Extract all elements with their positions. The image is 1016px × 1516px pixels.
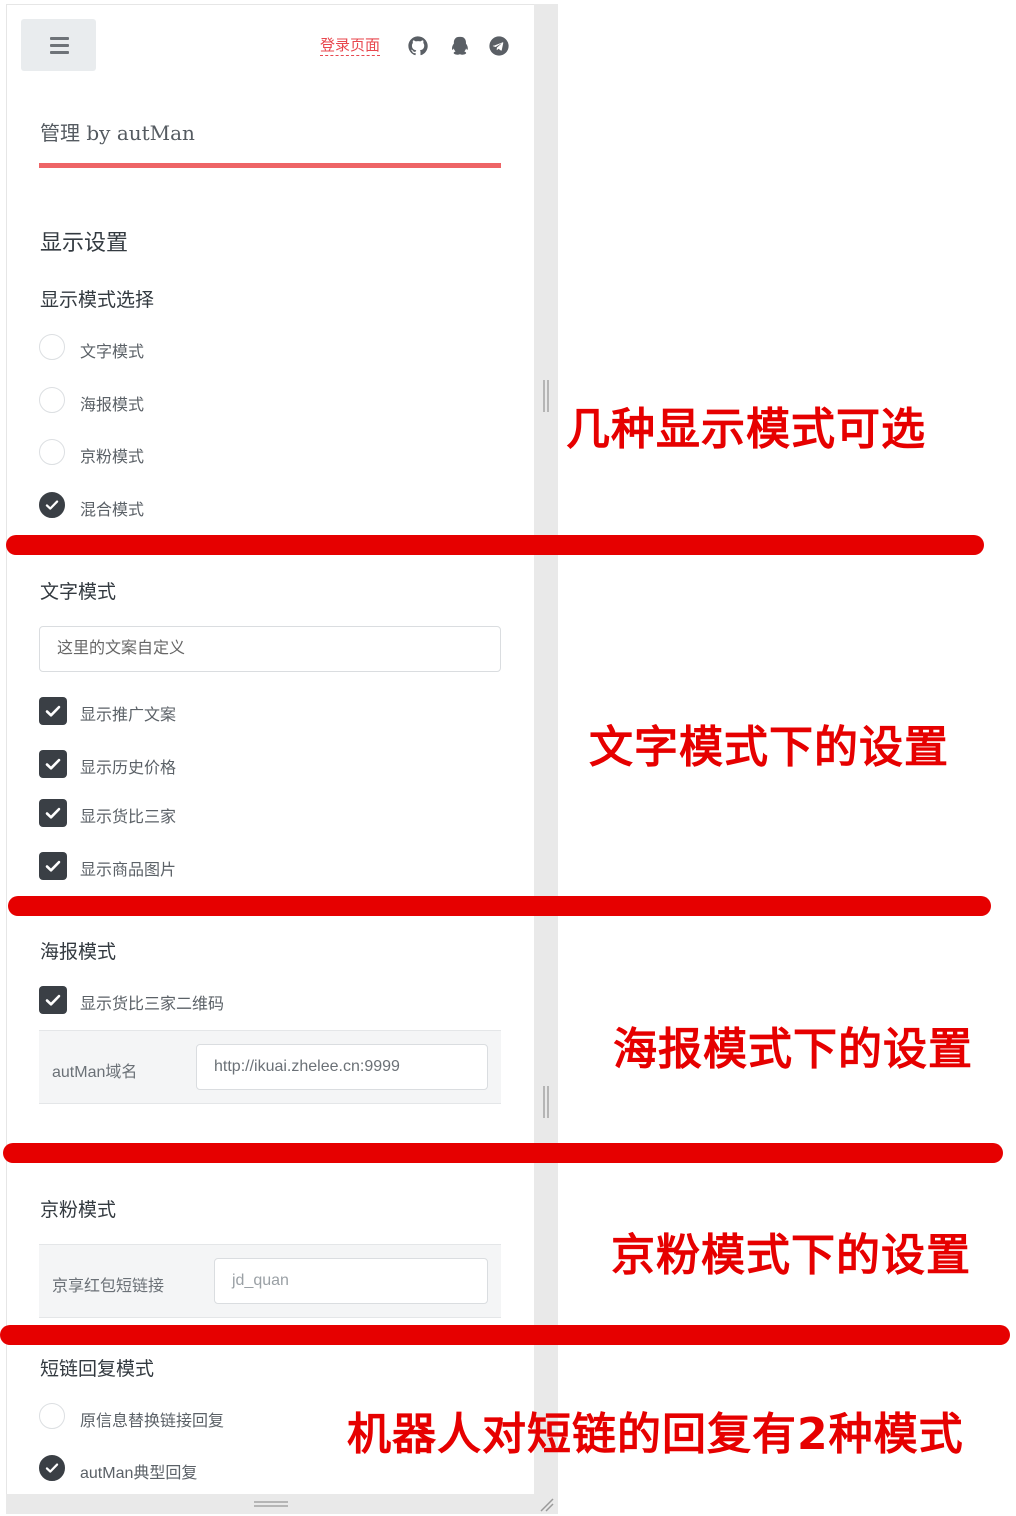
resize-grip[interactable] (254, 1501, 288, 1503)
annotation-text-mode: 文字模式下的设置 (589, 722, 949, 773)
telegram-icon[interactable] (488, 35, 510, 57)
radio-text-mode[interactable] (39, 334, 65, 360)
menu-icon-bar (50, 51, 69, 54)
screenshot-canvas: 登录页面 管理 by autMan 显示设置 显示模式选择 文字模式 海报模式 … (0, 0, 1016, 1516)
checkmark-icon (45, 758, 61, 770)
radio-jingfen-mode-label[interactable]: 京粉模式 (80, 443, 144, 467)
annotation-display-modes: 几种显示模式可选 (566, 404, 926, 455)
checkbox-show-price-history-label[interactable]: 显示历史价格 (80, 754, 176, 778)
checkbox-show-compare-qrcode-label[interactable]: 显示货比三家二维码 (80, 990, 224, 1014)
checkbox-show-promo-copy-label[interactable]: 显示推广文案 (80, 701, 176, 725)
radio-text-mode-label[interactable]: 文字模式 (80, 338, 144, 362)
checkmark-icon (45, 807, 61, 819)
annotation-divider-4 (0, 1325, 1010, 1345)
checkmark-icon (45, 705, 61, 717)
radio-mixed-mode[interactable] (39, 492, 65, 518)
checkbox-show-product-image[interactable] (39, 852, 67, 880)
scroll-grip-lower-2 (547, 1086, 549, 1118)
checkbox-show-price-compare-label[interactable]: 显示货比三家 (80, 803, 176, 827)
radio-jingfen-mode[interactable] (39, 439, 65, 465)
radio-poster-mode-label[interactable]: 海报模式 (80, 391, 144, 415)
qq-icon[interactable] (448, 35, 470, 57)
checkbox-show-price-compare[interactable] (39, 799, 67, 827)
checkmark-icon (45, 1463, 59, 1473)
github-icon[interactable] (407, 35, 429, 57)
checkmark-icon (45, 994, 61, 1006)
resize-grip-2 (254, 1505, 288, 1507)
autman-domain-row: autMan域名 http://ikuai.zhelee.cn:9999 (39, 1030, 501, 1104)
display-mode-select-heading: 显示模式选择 (40, 289, 155, 311)
annotation-divider-1 (6, 535, 984, 555)
annotation-divider-2 (8, 896, 991, 916)
annotation-poster-mode: 海报模式下的设置 (613, 1024, 973, 1075)
jd-short-link-input[interactable]: jd_quan (214, 1258, 488, 1304)
autman-domain-label: autMan域名 (52, 1064, 138, 1081)
short-link-reply-heading: 短链回复模式 (40, 1358, 155, 1380)
horizontal-resize-bar[interactable] (6, 1494, 558, 1514)
menu-button[interactable] (21, 19, 96, 71)
resize-corner-icon[interactable] (538, 1496, 554, 1512)
scroll-grip-lower[interactable] (543, 1086, 545, 1118)
brand-divider (39, 163, 501, 168)
poster-mode-heading: 海报模式 (40, 941, 117, 963)
radio-poster-mode[interactable] (39, 387, 65, 413)
radio-mixed-mode-label[interactable]: 混合模式 (80, 496, 144, 520)
checkmark-icon (45, 860, 61, 872)
annotation-jingfen-mode: 京粉模式下的设置 (611, 1230, 971, 1281)
vertical-scrollbar[interactable] (534, 4, 558, 1494)
jd-short-link-row: 京享红包短链接 jd_quan (39, 1244, 501, 1318)
jingfen-mode-heading: 京粉模式 (40, 1199, 117, 1221)
checkbox-show-compare-qrcode[interactable] (39, 986, 67, 1014)
brand-title: 管理 by autMan (40, 121, 195, 145)
scroll-grip-upper-2 (547, 380, 549, 412)
radio-autman-typical-reply[interactable] (39, 1455, 65, 1481)
checkbox-show-price-history[interactable] (39, 750, 67, 778)
custom-copy-input[interactable]: 这里的文案自定义 (39, 626, 501, 672)
checkbox-show-promo-copy[interactable] (39, 697, 67, 725)
login-page-link[interactable]: 登录页面 (320, 37, 381, 56)
autman-domain-input[interactable]: http://ikuai.zhelee.cn:9999 (196, 1044, 488, 1090)
checkbox-show-product-image-label[interactable]: 显示商品图片 (80, 856, 176, 880)
display-settings-heading: 显示设置 (40, 231, 129, 256)
checkmark-icon (45, 500, 59, 510)
menu-icon (50, 37, 69, 40)
radio-replace-link-reply[interactable] (39, 1403, 65, 1429)
radio-autman-typical-reply-label[interactable]: autMan典型回复 (80, 1459, 197, 1483)
jd-short-link-label: 京享红包短链接 (52, 1278, 165, 1295)
scroll-grip-upper[interactable] (543, 380, 545, 412)
radio-replace-link-reply-label[interactable]: 原信息替换链接回复 (80, 1407, 224, 1431)
annotation-divider-3 (3, 1143, 1003, 1163)
menu-icon-bar (50, 44, 69, 47)
text-mode-heading: 文字模式 (40, 581, 117, 603)
annotation-short-link-reply: 机器人对短链的回复有2种模式 (347, 1409, 964, 1460)
